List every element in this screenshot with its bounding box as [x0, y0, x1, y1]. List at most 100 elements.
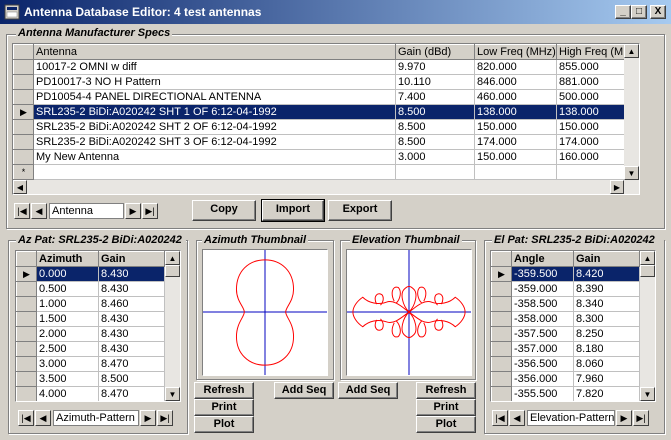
column-header-low-freq[interactable]: Low Freq (MHz) — [474, 44, 557, 60]
specs-cell[interactable]: My New Antenna — [33, 149, 396, 165]
row-selector[interactable] — [16, 296, 37, 312]
specs-cell[interactable]: 7.400 — [395, 89, 475, 105]
el-scroll-thumb[interactable] — [640, 265, 655, 277]
specs-grid[interactable]: Antenna Gain (dBd) Low Freq (MHz) High F… — [12, 43, 640, 195]
el-scroll-up-button[interactable]: ▲ — [640, 251, 655, 265]
antenna-nav-field[interactable]: Antenna — [49, 203, 124, 219]
specs-cell[interactable]: 460.000 — [474, 89, 557, 105]
az-row[interactable]: ▶ 0.000 8.430 — [16, 266, 165, 282]
el-last-button[interactable]: ▶| — [633, 410, 649, 426]
minimize-button[interactable]: _ — [615, 5, 631, 19]
az-column-header-gain[interactable]: Gain — [98, 251, 165, 267]
column-header-antenna[interactable]: Antenna — [33, 44, 396, 60]
row-selector[interactable] — [16, 356, 37, 372]
el-cell[interactable]: 8.250 — [573, 326, 640, 342]
el-next-button[interactable]: ▶ — [616, 410, 632, 426]
row-selector[interactable] — [16, 386, 37, 401]
el-cell[interactable]: -356.000 — [511, 371, 574, 387]
row-selector[interactable] — [16, 311, 37, 327]
el-cell[interactable]: -358.500 — [511, 296, 574, 312]
el-column-header-angle[interactable]: Angle — [511, 251, 574, 267]
row-selector[interactable] — [491, 281, 512, 297]
specs-cell[interactable]: SRL235-2 BiDi:A020242 SHT 1 OF 6:12-04-1… — [33, 104, 396, 120]
el-cell[interactable]: 8.420 — [573, 266, 640, 282]
el-cell[interactable]: 7.960 — [573, 371, 640, 387]
scroll-left-button[interactable]: ◀ — [13, 180, 27, 194]
specs-new-cell[interactable] — [395, 164, 475, 180]
scroll-right-button[interactable]: ▶ — [610, 180, 624, 194]
maximize-button[interactable]: □ — [631, 5, 647, 19]
az-cell[interactable]: 8.470 — [98, 356, 165, 372]
row-selector[interactable] — [491, 326, 512, 342]
az-cell[interactable]: 8.430 — [98, 326, 165, 342]
az-row[interactable]: 1.500 8.430 — [16, 311, 165, 327]
el-cell[interactable]: -358.000 — [511, 311, 574, 327]
row-selector[interactable] — [13, 149, 34, 165]
el-refresh-button[interactable]: Refresh — [416, 382, 476, 399]
az-cell[interactable]: 2.500 — [36, 341, 99, 357]
specs-row[interactable]: SRL235-2 BiDi:A020242 SHT 3 OF 6:12-04-1… — [13, 134, 639, 150]
specs-cell[interactable]: 150.000 — [474, 149, 557, 165]
az-cell[interactable]: 1.500 — [36, 311, 99, 327]
specs-cell[interactable]: SRL235-2 BiDi:A020242 SHT 2 OF 6:12-04-1… — [33, 119, 396, 135]
specs-cell[interactable]: PD10017-3 NO H Pattern — [33, 74, 396, 90]
row-selector[interactable] — [16, 281, 37, 297]
az-refresh-button[interactable]: Refresh — [194, 382, 254, 399]
scroll-up-button[interactable]: ▲ — [624, 44, 639, 58]
az-cell[interactable]: 2.000 — [36, 326, 99, 342]
specs-row[interactable]: ▶ SRL235-2 BiDi:A020242 SHT 1 OF 6:12-04-… — [13, 104, 639, 120]
az-print-button[interactable]: Print — [194, 399, 254, 416]
az-scroll-down-button[interactable]: ▼ — [165, 387, 180, 401]
az-cell[interactable]: 0.000 — [36, 266, 99, 282]
specs-row[interactable]: PD10017-3 NO H Pattern 10.110 846.000 881.0… — [13, 74, 639, 90]
import-button[interactable]: Import — [261, 199, 325, 222]
specs-cell[interactable]: 8.500 — [395, 104, 475, 120]
el-row[interactable]: -358.500 8.340 — [491, 296, 640, 312]
az-row[interactable]: 0.500 8.430 — [16, 281, 165, 297]
az-scroll-up-button[interactable]: ▲ — [165, 251, 180, 265]
el-cell[interactable]: 8.340 — [573, 296, 640, 312]
az-first-button[interactable]: |◀ — [18, 410, 34, 426]
specs-cell[interactable]: 150.000 — [474, 119, 557, 135]
az-row[interactable]: 4.000 8.470 — [16, 386, 165, 401]
el-cell[interactable]: 8.060 — [573, 356, 640, 372]
el-row[interactable]: -359.000 8.390 — [491, 281, 640, 297]
el-scroll-down-button[interactable]: ▼ — [640, 387, 655, 401]
az-nav-field[interactable]: Azimuth-Pattern — [53, 410, 139, 426]
az-cell[interactable]: 3.000 — [36, 356, 99, 372]
az-cell[interactable]: 8.430 — [98, 341, 165, 357]
specs-row[interactable]: My New Antenna 3.000 150.000 160.000 — [13, 149, 639, 165]
el-cell[interactable]: -359.500 — [511, 266, 574, 282]
specs-hscroll[interactable] — [13, 180, 624, 194]
row-selector[interactable] — [491, 296, 512, 312]
row-selector[interactable] — [491, 311, 512, 327]
az-cell[interactable]: 8.430 — [98, 266, 165, 282]
az-cell[interactable]: 8.470 — [98, 386, 165, 401]
next-record-button[interactable]: ▶ — [125, 203, 141, 219]
row-selector[interactable] — [491, 386, 512, 401]
row-selector[interactable] — [16, 341, 37, 357]
az-cell[interactable]: 8.500 — [98, 371, 165, 387]
specs-cell[interactable]: SRL235-2 BiDi:A020242 SHT 3 OF 6:12-04-1… — [33, 134, 396, 150]
row-selector[interactable] — [491, 341, 512, 357]
specs-cell[interactable]: 8.500 — [395, 119, 475, 135]
row-selector[interactable] — [491, 356, 512, 372]
el-row[interactable]: -357.500 8.250 — [491, 326, 640, 342]
az-cell[interactable]: 3.500 — [36, 371, 99, 387]
el-add-seq-button[interactable]: Add Seq — [338, 382, 398, 399]
az-prev-button[interactable]: ◀ — [35, 410, 51, 426]
el-cell[interactable]: 8.180 — [573, 341, 640, 357]
az-cell[interactable]: 4.000 — [36, 386, 99, 401]
specs-new-cell[interactable] — [33, 164, 396, 180]
row-selector[interactable] — [13, 74, 34, 90]
az-cell[interactable]: 8.460 — [98, 296, 165, 312]
first-record-button[interactable]: |◀ — [14, 203, 30, 219]
el-cell[interactable]: 8.390 — [573, 281, 640, 297]
el-grid[interactable]: Angle Gain ▶ -359.500 8.420 -359.000 8.390 -3… — [490, 250, 656, 402]
specs-cell[interactable]: 9.970 — [395, 59, 475, 75]
az-cell[interactable]: 8.430 — [98, 281, 165, 297]
copy-button[interactable]: Copy — [192, 200, 256, 221]
el-row[interactable]: -357.000 8.180 — [491, 341, 640, 357]
specs-row[interactable]: PD10054-4 PANEL DIRECTIONAL ANTENNA 7.400… — [13, 89, 639, 105]
specs-cell[interactable]: 10017-2 OMNI w diff — [33, 59, 396, 75]
